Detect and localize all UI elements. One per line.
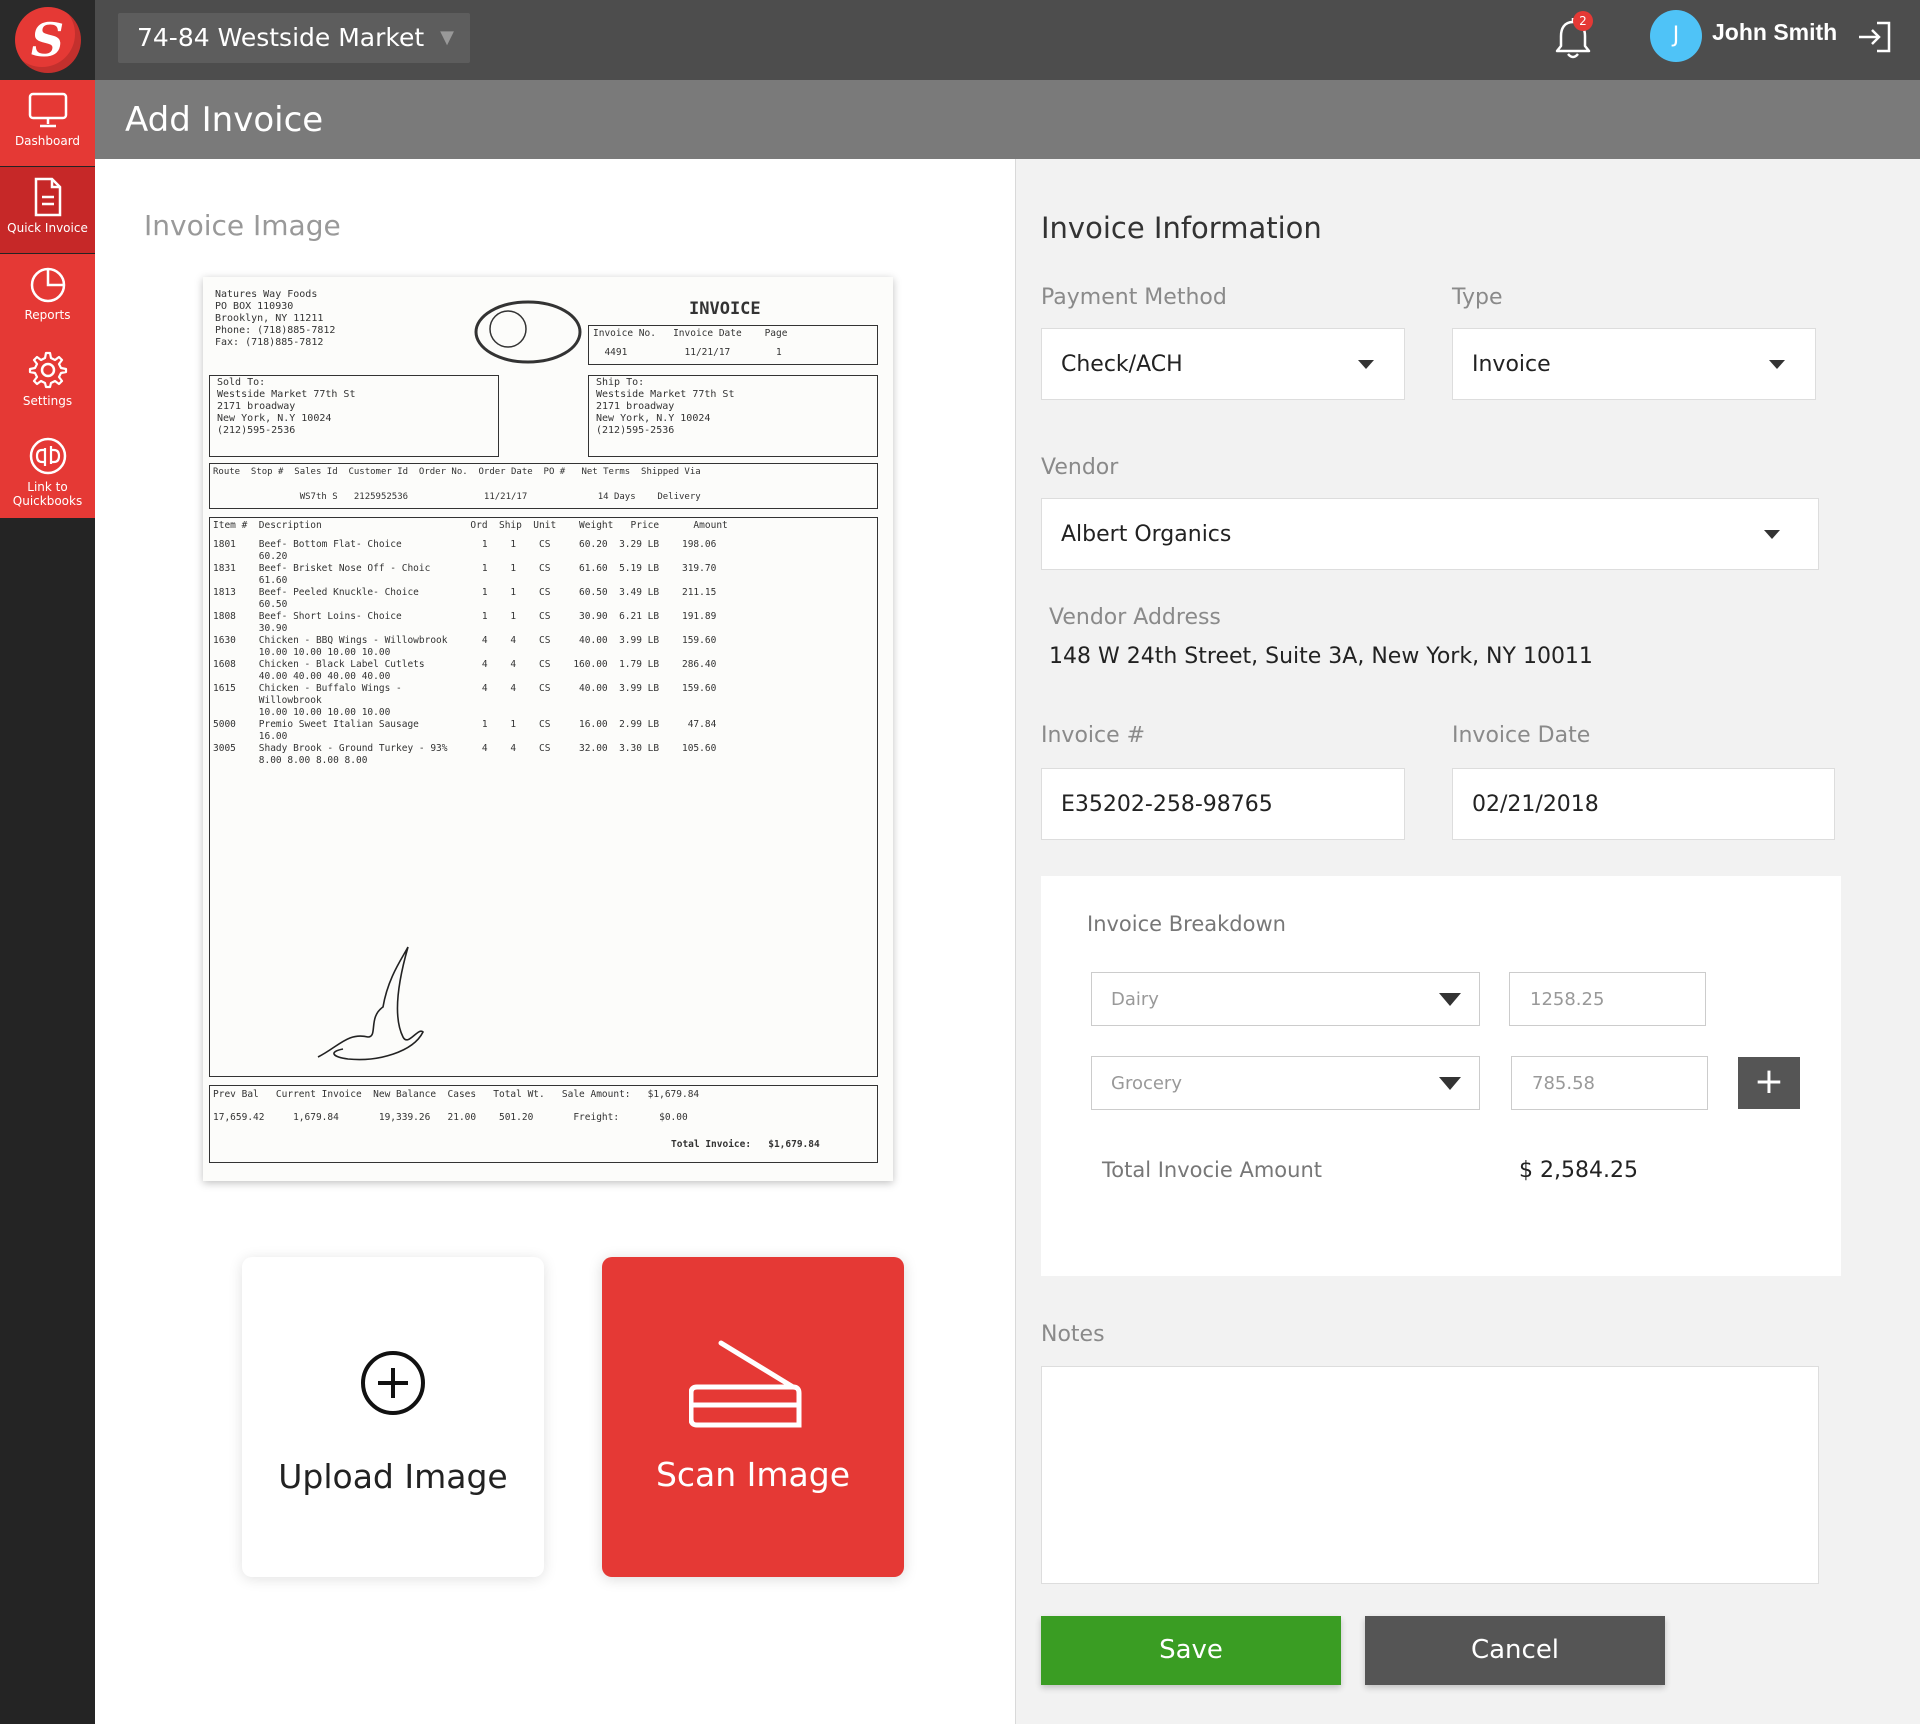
dropdown-arrow-icon — [1439, 993, 1461, 1006]
vendor-company-block: Natures Way Foods PO BOX 110930 Brooklyn… — [215, 289, 336, 348]
plus-circle-icon — [361, 1351, 425, 1415]
vendor-select[interactable]: Albert Organics — [1041, 498, 1819, 570]
invoice-info-title: Invoice Information — [1041, 211, 1322, 245]
doc-line-items: 1801 Beef- Bottom Flat- Choice 1 1 CS 60… — [213, 539, 717, 766]
logo-mark: S — [14, 7, 81, 73]
invoice-date-value: 02/21/2018 — [1472, 791, 1599, 817]
total-amount-label: Total Invocie Amount — [1102, 1158, 1322, 1182]
breakdown-category-value: Grocery — [1111, 1072, 1182, 1094]
sidebar-item-quickbooks[interactable]: Link to Quickbooks — [0, 426, 95, 518]
invoice-breakdown-card: Invoice Breakdown Dairy 1258.25 Grocery … — [1041, 876, 1841, 1276]
doc-header-values: 4491 11/21/17 1 — [593, 347, 782, 358]
doc-lines-header: Item # Description Ord Ship Unit Weight … — [213, 520, 728, 531]
type-value: Invoice — [1472, 351, 1551, 377]
vendor-label: Vendor — [1041, 455, 1119, 480]
doc-header-labels: Invoice No. Invoice Date Page — [593, 328, 788, 339]
breakdown-amount-value: 1258.25 — [1530, 988, 1605, 1010]
sidebar-item-label: Settings — [22, 394, 73, 408]
type-label: Type — [1452, 285, 1503, 310]
page-header: Add Invoice — [95, 80, 1920, 159]
invoice-form-panel: Invoice Information Payment Method Check… — [1015, 159, 1920, 1724]
invoice-doc-title: INVOICE — [689, 299, 761, 319]
gear-icon — [28, 351, 67, 389]
invoice-date-label: Invoice Date — [1452, 723, 1591, 748]
breakdown-amount-input[interactable]: 1258.25 — [1509, 972, 1706, 1026]
vendor-address-value: 148 W 24th Street, Suite 3A, New York, N… — [1049, 644, 1593, 669]
sidebar-item-label: Dashboard — [14, 134, 81, 148]
upload-image-button[interactable]: Upload Image — [242, 1257, 544, 1577]
cancel-button[interactable]: Cancel — [1365, 1616, 1665, 1685]
sidebar-item-label: Quick Invoice — [7, 221, 88, 235]
top-bar: S 74-84 Westside Market ▼ 2 J John Smith — [0, 0, 1920, 80]
quickbooks-icon — [29, 437, 66, 475]
dropdown-arrow-icon — [1769, 360, 1785, 369]
upload-image-label: Upload Image — [278, 1457, 508, 1496]
ship-to-text: Ship To: Westside Market 77th St 2171 br… — [596, 377, 735, 436]
avatar[interactable]: J — [1650, 10, 1702, 62]
scan-image-button[interactable]: Scan Image — [602, 1257, 904, 1577]
vendor-value: Albert Organics — [1061, 521, 1232, 547]
doc-total-invoice: Total Invoice: $1,679.84 — [671, 1139, 820, 1150]
sidebar-item-reports[interactable]: Reports — [0, 254, 95, 340]
notification-badge: 2 — [1573, 11, 1593, 31]
user-name[interactable]: John Smith — [1712, 19, 1837, 46]
sidebar-item-quick-invoice[interactable]: Quick Invoice — [0, 167, 95, 253]
document-icon — [34, 177, 61, 217]
scan-image-label: Scan Image — [655, 1455, 851, 1494]
page-title: Add Invoice — [125, 100, 324, 140]
monitor-icon — [28, 92, 67, 128]
breakdown-amount-value: 785.58 — [1532, 1072, 1595, 1094]
logout-icon[interactable] — [1855, 17, 1895, 57]
doc-totals-values: 17,659.42 1,679.84 19,339.26 21.00 501.2… — [213, 1112, 688, 1123]
store-selector[interactable]: 74-84 Westside Market ▼ — [118, 13, 470, 63]
breakdown-title: Invoice Breakdown — [1087, 912, 1286, 936]
dropdown-arrow-icon — [1439, 1077, 1461, 1090]
invoice-date-input[interactable]: 02/21/2018 — [1452, 768, 1835, 840]
payment-method-label: Payment Method — [1041, 285, 1227, 310]
vendor-logo-icon — [474, 300, 582, 364]
breakdown-category-select[interactable]: Dairy — [1091, 972, 1480, 1026]
store-name: 74-84 Westside Market — [137, 23, 425, 52]
breakdown-amount-input[interactable]: 785.58 — [1511, 1056, 1708, 1110]
total-amount-value: $ 2,584.25 — [1519, 1158, 1638, 1183]
doc-meta-values: WS7th S 2125952536 11/21/17 14 Days Deli… — [213, 492, 701, 502]
dropdown-arrow-icon — [1358, 360, 1374, 369]
invoice-image-title: Invoice Image — [144, 209, 341, 242]
add-breakdown-row-button[interactable]: + — [1738, 1057, 1800, 1109]
scanner-icon — [689, 1340, 802, 1428]
invoice-number-label: Invoice # — [1041, 723, 1146, 748]
payment-method-value: Check/ACH — [1061, 351, 1183, 377]
notes-textarea[interactable] — [1041, 1366, 1819, 1584]
sidebar-item-label: Reports — [24, 308, 71, 322]
app-logo[interactable]: S — [0, 0, 95, 80]
dropdown-arrow-icon — [1764, 530, 1780, 539]
invoice-image-panel: Invoice Image Natures Way Foods PO BOX 1… — [95, 159, 1015, 1724]
breakdown-category-value: Dairy — [1111, 988, 1159, 1010]
signature-icon — [317, 946, 424, 1061]
payment-method-select[interactable]: Check/ACH — [1041, 328, 1405, 400]
doc-meta-labels: Route Stop # Sales Id Customer Id Order … — [213, 467, 701, 477]
invoice-number-input[interactable]: E35202-258-98765 — [1041, 768, 1405, 840]
sidebar-item-settings[interactable]: Settings — [0, 340, 95, 426]
notes-label: Notes — [1041, 1322, 1105, 1347]
sidebar: Dashboard Quick Invoice Reports Settings… — [0, 80, 95, 1724]
invoice-number-value: E35202-258-98765 — [1061, 791, 1273, 817]
pie-chart-icon — [30, 267, 65, 303]
sidebar-item-label: Link to Quickbooks — [12, 480, 83, 508]
type-select[interactable]: Invoice — [1452, 328, 1816, 400]
vendor-address-label: Vendor Address — [1049, 605, 1221, 630]
doc-totals-labels: Prev Bal Current Invoice New Balance Cas… — [213, 1089, 700, 1100]
sidebar-item-dashboard[interactable]: Dashboard — [0, 80, 95, 166]
breakdown-category-select[interactable]: Grocery — [1091, 1056, 1480, 1110]
invoice-image-preview: Natures Way Foods PO BOX 110930 Brooklyn… — [203, 277, 893, 1181]
chevron-down-icon: ▼ — [440, 27, 454, 48]
sold-to-text: Sold To: Westside Market 77th St 2171 br… — [217, 377, 356, 436]
save-button[interactable]: Save — [1041, 1616, 1341, 1685]
